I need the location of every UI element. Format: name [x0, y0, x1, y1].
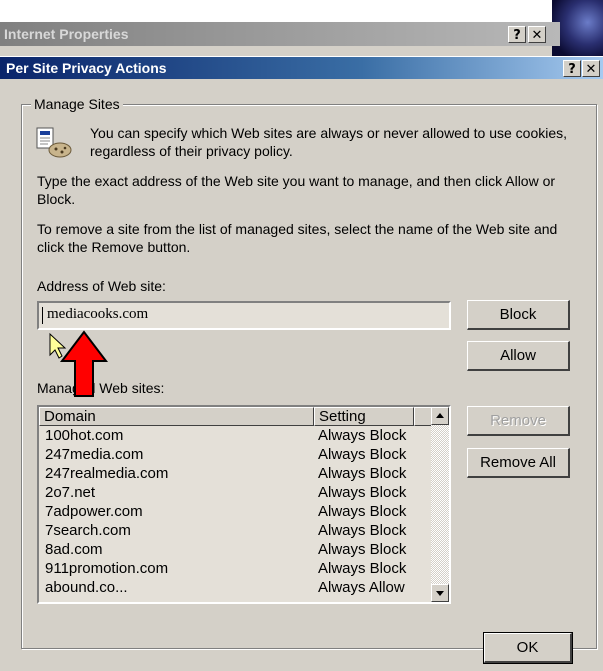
- remove-all-button[interactable]: Remove All: [467, 448, 570, 478]
- managed-sites-label: Managed Web sites:: [37, 380, 165, 396]
- dialog-titlebar: Per Site Privacy Actions ? ✕: [0, 57, 603, 79]
- manage-sites-label: Manage Sites: [31, 95, 123, 113]
- instruction-text-1: Type the exact address of the Web site y…: [37, 173, 556, 207]
- help-button[interactable]: ?: [563, 60, 581, 77]
- bg-help-button[interactable]: ?: [508, 26, 526, 43]
- column-header-domain[interactable]: Domain: [39, 407, 314, 426]
- scroll-down-button[interactable]: [431, 584, 449, 602]
- cookie-privacy-icon: [34, 125, 74, 159]
- scroll-up-button[interactable]: [431, 407, 449, 425]
- internet-properties-title: Internet Properties: [4, 26, 129, 42]
- close-button[interactable]: ✕: [582, 60, 600, 77]
- allow-button[interactable]: Allow: [467, 341, 570, 371]
- text-cursor: [42, 307, 43, 324]
- remove-button[interactable]: Remove: [467, 406, 570, 436]
- bg-close-button[interactable]: ✕: [528, 26, 546, 43]
- arrow-down-icon: [436, 591, 444, 596]
- intro-text: You can specify which Web sites are alwa…: [90, 125, 568, 159]
- internet-properties-titlebar: Internet Properties ? ✕: [0, 22, 560, 46]
- address-value: mediacooks.com: [47, 306, 149, 322]
- column-header-setting[interactable]: Setting: [314, 407, 414, 426]
- instruction-text-2: To remove a site from the list of manage…: [37, 221, 558, 255]
- managed-sites-list[interactable]: Domain Setting 100hot.com Always Block 24…: [37, 405, 451, 604]
- vertical-scrollbar[interactable]: [431, 407, 449, 602]
- per-site-privacy-dialog: Per Site Privacy Actions ? ✕ Manage Site…: [0, 56, 603, 671]
- address-input[interactable]: mediacooks.com: [37, 301, 451, 330]
- ok-button[interactable]: OK: [483, 632, 573, 664]
- block-button[interactable]: Block: [467, 300, 570, 330]
- dialog-title: Per Site Privacy Actions: [6, 60, 167, 76]
- address-label: Address of Web site:: [37, 278, 166, 294]
- arrow-up-icon: [436, 413, 444, 418]
